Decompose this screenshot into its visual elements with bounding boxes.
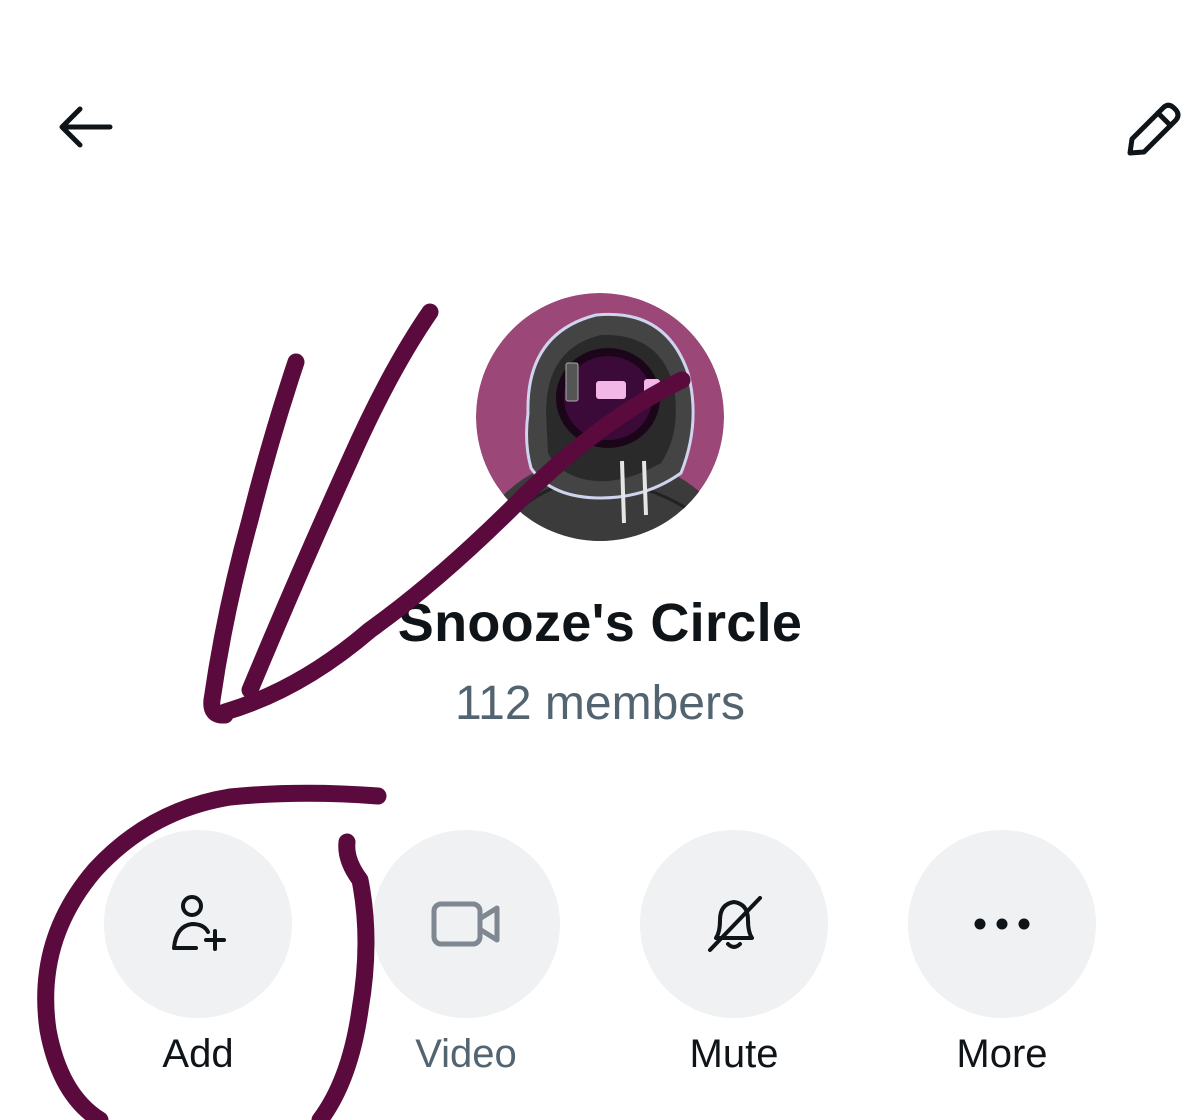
group-avatar[interactable] <box>476 293 724 541</box>
annotation-arrow-left-stroke <box>203 353 305 724</box>
back-button[interactable] <box>50 95 120 159</box>
video-button[interactable] <box>372 830 560 1018</box>
bell-off-icon <box>708 896 762 952</box>
mute-action[interactable]: Mute <box>639 830 829 1077</box>
add-label: Add <box>162 1032 234 1076</box>
video-label: Video <box>415 1032 517 1076</box>
more-dots-icon <box>974 918 1030 930</box>
add-person-icon <box>172 895 226 951</box>
more-label: More <box>956 1032 1048 1076</box>
pencil-icon <box>1127 102 1180 155</box>
arrow-left-icon <box>59 106 113 148</box>
group-info-screen: Snooze's Circle 112 members Add Video Mu… <box>0 0 1200 1120</box>
mute-label: Mute <box>689 1032 779 1076</box>
group-name: Snooze's Circle <box>397 593 803 653</box>
add-action[interactable]: Add <box>103 830 293 1077</box>
member-count[interactable]: 112 members <box>0 676 1200 731</box>
video-camera-icon <box>431 901 500 947</box>
add-button[interactable] <box>104 830 292 1018</box>
more-action[interactable]: More <box>907 830 1097 1077</box>
hooded-figure-avatar-image <box>476 293 724 541</box>
video-action[interactable]: Video <box>371 830 561 1077</box>
mute-button[interactable] <box>640 830 828 1018</box>
edit-button[interactable] <box>1115 92 1190 167</box>
more-button[interactable] <box>908 830 1096 1018</box>
annotation-circle-right <box>311 833 375 1120</box>
